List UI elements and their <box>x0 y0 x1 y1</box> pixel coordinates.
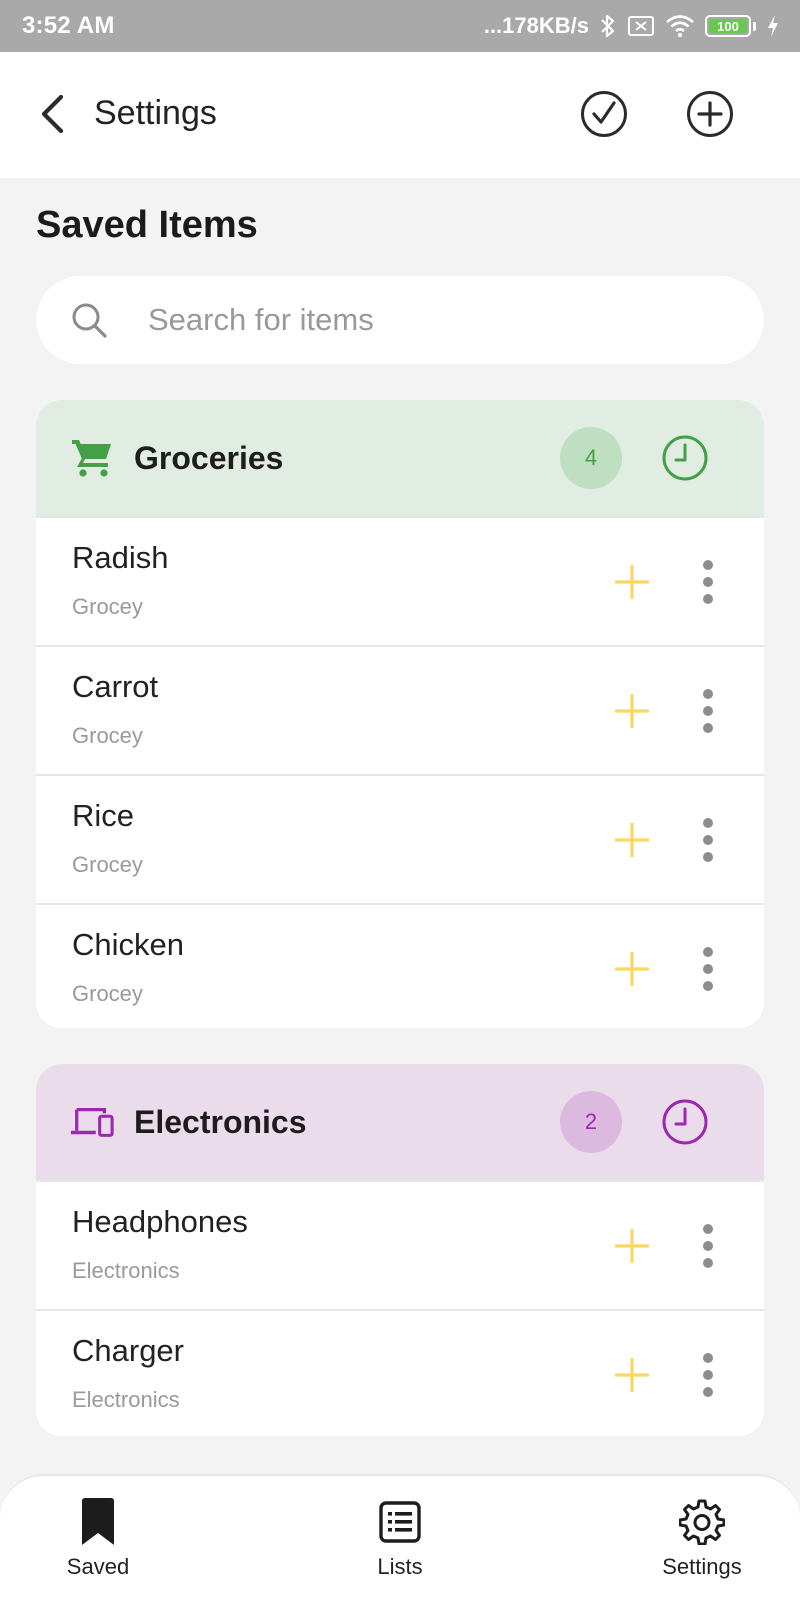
more-options-button[interactable] <box>696 556 720 608</box>
plus-icon <box>615 565 649 599</box>
bottom-navigation: Saved Lists Settings <box>0 1474 800 1600</box>
check-circle-icon <box>581 91 627 137</box>
add-to-list-button[interactable] <box>610 560 654 604</box>
nav-label: Lists <box>377 1554 423 1579</box>
more-options-button[interactable] <box>696 814 720 866</box>
plus-icon <box>615 694 649 728</box>
more-vertical-icon <box>703 560 713 604</box>
gear-icon <box>677 1496 727 1548</box>
category-name: Electronics <box>134 1104 307 1140</box>
more-options-button[interactable] <box>696 685 720 737</box>
app-bar: Settings <box>0 52 800 178</box>
history-button[interactable] <box>658 1095 712 1149</box>
item-name: Rice <box>72 798 135 833</box>
list-item[interactable]: Headphones Electronics <box>36 1180 764 1309</box>
add-item-button[interactable] <box>685 89 735 139</box>
plus-icon <box>615 1358 649 1392</box>
plus-circle-icon <box>687 91 733 137</box>
history-button[interactable] <box>658 431 712 485</box>
add-to-list-button[interactable] <box>610 947 654 991</box>
list-item[interactable]: Chicken Grocey <box>36 903 764 1028</box>
category-card-electronics: Electronics 2 Headphones Electronics Cha… <box>36 1064 764 1436</box>
more-options-button[interactable] <box>696 943 720 995</box>
more-vertical-icon <box>703 689 713 733</box>
item-category: Electronics <box>72 1387 180 1412</box>
nav-label: Saved <box>66 1554 130 1579</box>
more-options-button[interactable] <box>696 1349 720 1401</box>
nav-item-lists[interactable]: Lists <box>320 1476 480 1600</box>
clock-icon <box>662 435 708 481</box>
category-header-groceries[interactable]: Groceries 4 <box>36 400 764 516</box>
add-to-list-button[interactable] <box>610 1353 654 1397</box>
list-item[interactable]: Radish Grocey <box>36 516 764 645</box>
select-done-button[interactable] <box>579 89 629 139</box>
item-name: Headphones <box>72 1204 248 1239</box>
status-bar: 3:52 AM ...178KB/s 100 <box>0 0 800 52</box>
bluetooth-icon <box>599 13 617 39</box>
item-name: Carrot <box>72 669 159 704</box>
category-card-groceries: Groceries 4 Radish Grocey Carrot Grocey … <box>36 400 764 1028</box>
nav-label: Settings <box>662 1554 742 1579</box>
item-category: Grocey <box>72 723 143 748</box>
more-options-button[interactable] <box>696 1220 720 1272</box>
battery-level: 100 <box>709 19 747 34</box>
list-item[interactable]: Charger Electronics <box>36 1309 764 1436</box>
category-name: Groceries <box>134 440 284 476</box>
plus-icon <box>615 1229 649 1263</box>
nav-item-saved[interactable]: Saved <box>18 1476 178 1600</box>
list-icon <box>375 1496 425 1548</box>
no-sim-icon <box>627 14 655 38</box>
search-input[interactable] <box>148 302 708 338</box>
list-item[interactable]: Rice Grocey <box>36 774 764 903</box>
plus-icon <box>615 952 649 986</box>
item-category: Grocey <box>72 852 143 877</box>
clock-icon <box>662 1099 708 1145</box>
nav-item-settings[interactable]: Settings <box>622 1476 782 1600</box>
list-item[interactable]: Carrot Grocey <box>36 645 764 774</box>
network-speed: ...178KB/s <box>483 13 589 38</box>
more-vertical-icon <box>703 1224 713 1268</box>
devices-icon <box>70 1100 114 1144</box>
add-to-list-button[interactable] <box>610 689 654 733</box>
shopping-cart-icon <box>70 436 114 480</box>
back-button[interactable] <box>32 92 72 136</box>
item-name: Chicken <box>72 927 184 962</box>
wifi-icon <box>665 14 695 38</box>
bookmark-icon <box>73 1496 123 1548</box>
status-indicators: ...178KB/s 100 <box>484 13 780 39</box>
status-time: 3:52 AM <box>22 12 115 39</box>
add-to-list-button[interactable] <box>610 1224 654 1268</box>
count-badge: 2 <box>560 1091 622 1153</box>
search-icon <box>69 300 109 340</box>
section-title: Saved Items <box>36 204 258 246</box>
plus-icon <box>615 823 649 857</box>
more-vertical-icon <box>703 818 713 862</box>
item-name: Charger <box>72 1333 184 1368</box>
add-to-list-button[interactable] <box>610 818 654 862</box>
item-category: Electronics <box>72 1258 180 1283</box>
page-title: Settings <box>94 94 217 132</box>
more-vertical-icon <box>703 947 713 991</box>
charging-icon <box>766 14 780 38</box>
back-arrow-icon <box>41 94 64 134</box>
category-header-electronics[interactable]: Electronics 2 <box>36 1064 764 1180</box>
item-category: Grocey <box>72 981 143 1006</box>
search-bar[interactable] <box>36 276 764 364</box>
battery-icon: 100 <box>705 15 756 37</box>
count-badge: 4 <box>560 427 622 489</box>
item-name: Radish <box>72 540 169 575</box>
item-category: Grocey <box>72 594 143 619</box>
more-vertical-icon <box>703 1353 713 1397</box>
